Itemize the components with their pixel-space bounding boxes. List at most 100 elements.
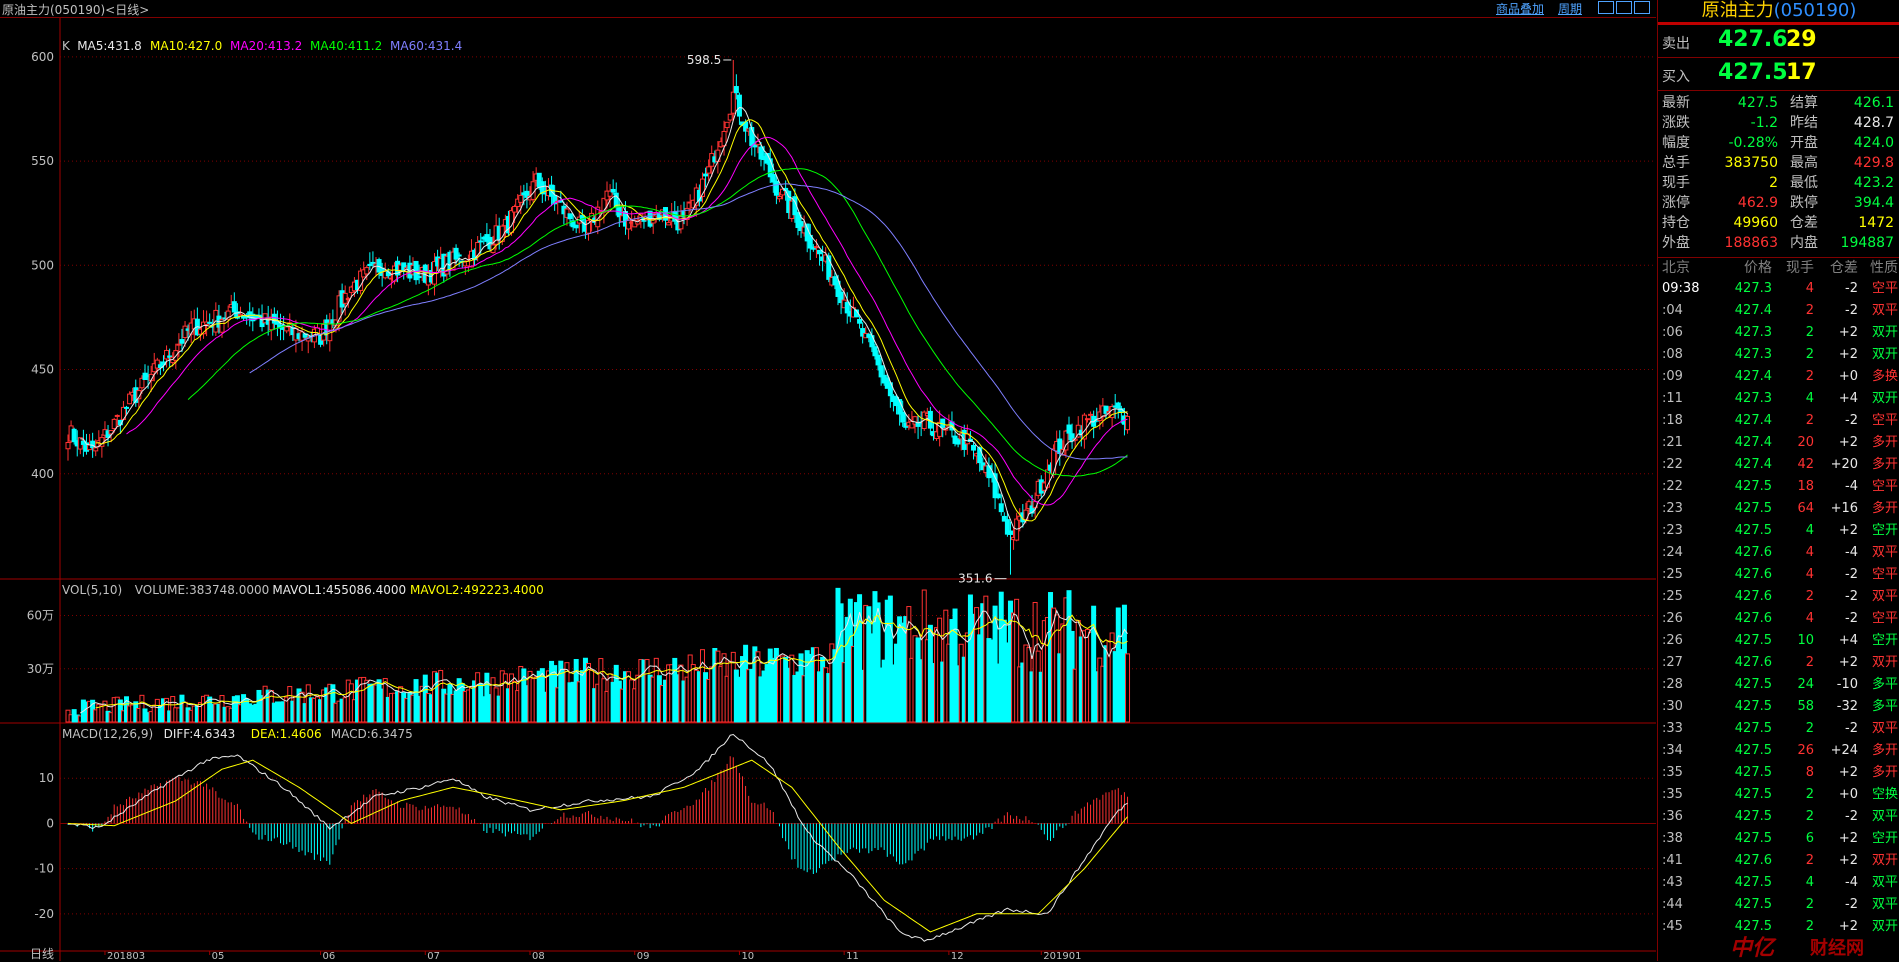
stat-value: 394.4 bbox=[1853, 195, 1894, 211]
legend-item: MA40:411.2 bbox=[310, 39, 382, 53]
candle-body bbox=[65, 441, 71, 450]
tick-oi-change: +2 bbox=[1838, 347, 1858, 362]
macd-tick-label: -20 bbox=[34, 907, 54, 921]
x-axis-label: 12 bbox=[951, 951, 964, 961]
tick-price: 427.5 bbox=[1734, 501, 1772, 516]
tick-time: :06 bbox=[1662, 325, 1683, 340]
stat-row: 现手 2 最低 423.2 bbox=[1658, 173, 1899, 193]
tick-time: :24 bbox=[1662, 545, 1683, 560]
tick-row[interactable]: :30 427.5 58 -32 多平 bbox=[1658, 696, 1899, 718]
volume-tick-label: 30万 bbox=[27, 662, 54, 676]
tick-row[interactable]: :35 427.5 2 +0 空换 bbox=[1658, 784, 1899, 806]
tick-row[interactable]: :23 427.5 64 +16 多开 bbox=[1658, 498, 1899, 520]
stat-value: 424.0 bbox=[1853, 135, 1894, 151]
tick-row[interactable]: :33 427.5 2 -2 双平 bbox=[1658, 718, 1899, 740]
candle-body bbox=[1115, 402, 1121, 409]
tick-time: :36 bbox=[1662, 809, 1683, 824]
tick-nature: 双平 bbox=[1871, 545, 1898, 560]
restore-icon[interactable] bbox=[1598, 0, 1614, 14]
tick-table[interactable]: 09:38 427.3 4 -2 空平:04 427.4 2 -2 双平:06 427.3 2 +2 双… bbox=[1658, 278, 1899, 938]
tick-nature: 多开 bbox=[1871, 457, 1898, 472]
tick-price: 427.4 bbox=[1734, 435, 1772, 450]
tick-time: :11 bbox=[1662, 391, 1683, 406]
tick-nature: 多开 bbox=[1871, 435, 1898, 450]
tick-row[interactable]: :22 427.5 18 -4 空平 bbox=[1658, 476, 1899, 498]
close-icon[interactable] bbox=[1634, 0, 1650, 14]
bid-price: 427.5 bbox=[1718, 60, 1788, 85]
candle-body bbox=[124, 406, 130, 409]
candle-body bbox=[872, 346, 878, 357]
kline-chart-area[interactable]: 400 450 500 550 600 598.5 351.6 K MA5:431.8 MA10:… bbox=[0, 18, 1656, 961]
candle-body bbox=[995, 493, 1001, 499]
tick-nature: 多平 bbox=[1871, 699, 1898, 714]
tick-row[interactable]: :43 427.5 4 -4 双平 bbox=[1658, 872, 1899, 894]
tick-row[interactable]: :41 427.6 2 +2 双开 bbox=[1658, 850, 1899, 872]
ask-label: 卖出 bbox=[1662, 36, 1690, 52]
tick-oi-change: +2 bbox=[1838, 523, 1858, 538]
price-tick-label: 450 bbox=[31, 363, 54, 377]
stat-value: 1472 bbox=[1858, 215, 1894, 231]
maximize-icon[interactable] bbox=[1616, 0, 1632, 14]
tick-row[interactable]: :18 427.4 2 -2 空平 bbox=[1658, 410, 1899, 432]
tick-row[interactable]: :06 427.3 2 +2 双开 bbox=[1658, 322, 1899, 344]
stat-value: 426.1 bbox=[1853, 95, 1894, 111]
tick-row[interactable]: :26 427.6 4 -2 空平 bbox=[1658, 608, 1899, 630]
tick-row[interactable]: :04 427.4 2 -2 双平 bbox=[1658, 300, 1899, 322]
tick-nature: 双平 bbox=[1871, 303, 1898, 318]
tick-row[interactable]: :08 427.3 2 +2 双开 bbox=[1658, 344, 1899, 366]
stat-label: 跌停 bbox=[1790, 195, 1818, 211]
quote-stats-table: 最新 427.5 结算 426.1 涨跌 -1.2 昨结 428.7 幅度 -0.28% 开盘 424… bbox=[1658, 91, 1899, 258]
candle-body bbox=[977, 447, 983, 464]
tick-time: :28 bbox=[1662, 677, 1683, 692]
candle-body bbox=[71, 428, 77, 443]
period-link[interactable]: 周期 bbox=[1558, 0, 1582, 17]
tick-row[interactable]: :34 427.5 26 +24 多开 bbox=[1658, 740, 1899, 762]
tick-nature: 多开 bbox=[1871, 501, 1898, 516]
tick-row[interactable]: :11 427.3 4 +4 双开 bbox=[1658, 388, 1899, 410]
tick-row[interactable]: :25 427.6 4 -2 空平 bbox=[1658, 564, 1899, 586]
tick-qty: 2 bbox=[1805, 413, 1814, 428]
candle-body bbox=[284, 326, 290, 332]
bid-label: 买入 bbox=[1662, 69, 1690, 85]
tick-row[interactable]: :27 427.6 2 +2 双开 bbox=[1658, 652, 1899, 674]
volume-tick-label: 60万 bbox=[27, 609, 54, 623]
price-tick-label: 400 bbox=[31, 467, 54, 481]
window-controls bbox=[1596, 0, 1650, 17]
tick-row[interactable]: :25 427.6 2 -2 双平 bbox=[1658, 586, 1899, 608]
tick-row[interactable]: :21 427.4 20 +2 多开 bbox=[1658, 432, 1899, 454]
overlay-commodity-link[interactable]: 商品叠加 bbox=[1496, 0, 1544, 17]
tick-row[interactable]: 09:38 427.3 4 -2 空平 bbox=[1658, 278, 1899, 300]
tick-time: :41 bbox=[1662, 853, 1683, 868]
tick-row[interactable]: :36 427.5 2 -2 双平 bbox=[1658, 806, 1899, 828]
tick-row[interactable]: :26 427.5 10 +4 空开 bbox=[1658, 630, 1899, 652]
volume-bar bbox=[1125, 653, 1131, 723]
candle-body bbox=[727, 113, 733, 121]
tick-row[interactable]: :38 427.5 6 +2 空开 bbox=[1658, 828, 1899, 850]
candle-body bbox=[666, 222, 672, 226]
tick-nature: 空平 bbox=[1871, 479, 1898, 494]
tick-row[interactable]: :22 427.4 42 +20 多开 bbox=[1658, 454, 1899, 476]
tick-row[interactable]: :28 427.5 24 -10 多平 bbox=[1658, 674, 1899, 696]
tick-header-cell: 北京 bbox=[1662, 260, 1690, 276]
tick-row[interactable]: :24 427.6 4 -4 双平 bbox=[1658, 542, 1899, 564]
tick-price: 427.5 bbox=[1734, 831, 1772, 846]
tick-row[interactable]: :44 427.5 2 -2 双平 bbox=[1658, 894, 1899, 916]
candle-body bbox=[456, 254, 462, 257]
tick-price: 427.3 bbox=[1734, 325, 1772, 340]
tick-qty: 4 bbox=[1805, 611, 1814, 626]
tick-price: 427.6 bbox=[1734, 611, 1772, 626]
candle-body bbox=[703, 173, 709, 177]
tick-row[interactable]: :35 427.5 8 +2 多开 bbox=[1658, 762, 1899, 784]
candle-body bbox=[182, 325, 188, 339]
candle-body bbox=[478, 240, 484, 243]
tick-nature: 双平 bbox=[1871, 809, 1898, 824]
stat-label: 仓差 bbox=[1790, 215, 1818, 231]
tick-row[interactable]: :23 427.5 4 +2 空开 bbox=[1658, 520, 1899, 542]
tick-qty: 20 bbox=[1797, 435, 1814, 450]
stat-value: 462.9 bbox=[1737, 195, 1778, 211]
tick-time: :26 bbox=[1662, 633, 1683, 648]
candle-body bbox=[971, 444, 977, 451]
candle-body bbox=[817, 249, 823, 255]
tick-row[interactable]: :09 427.4 2 +0 多换 bbox=[1658, 366, 1899, 388]
tick-qty: 2 bbox=[1805, 303, 1814, 318]
